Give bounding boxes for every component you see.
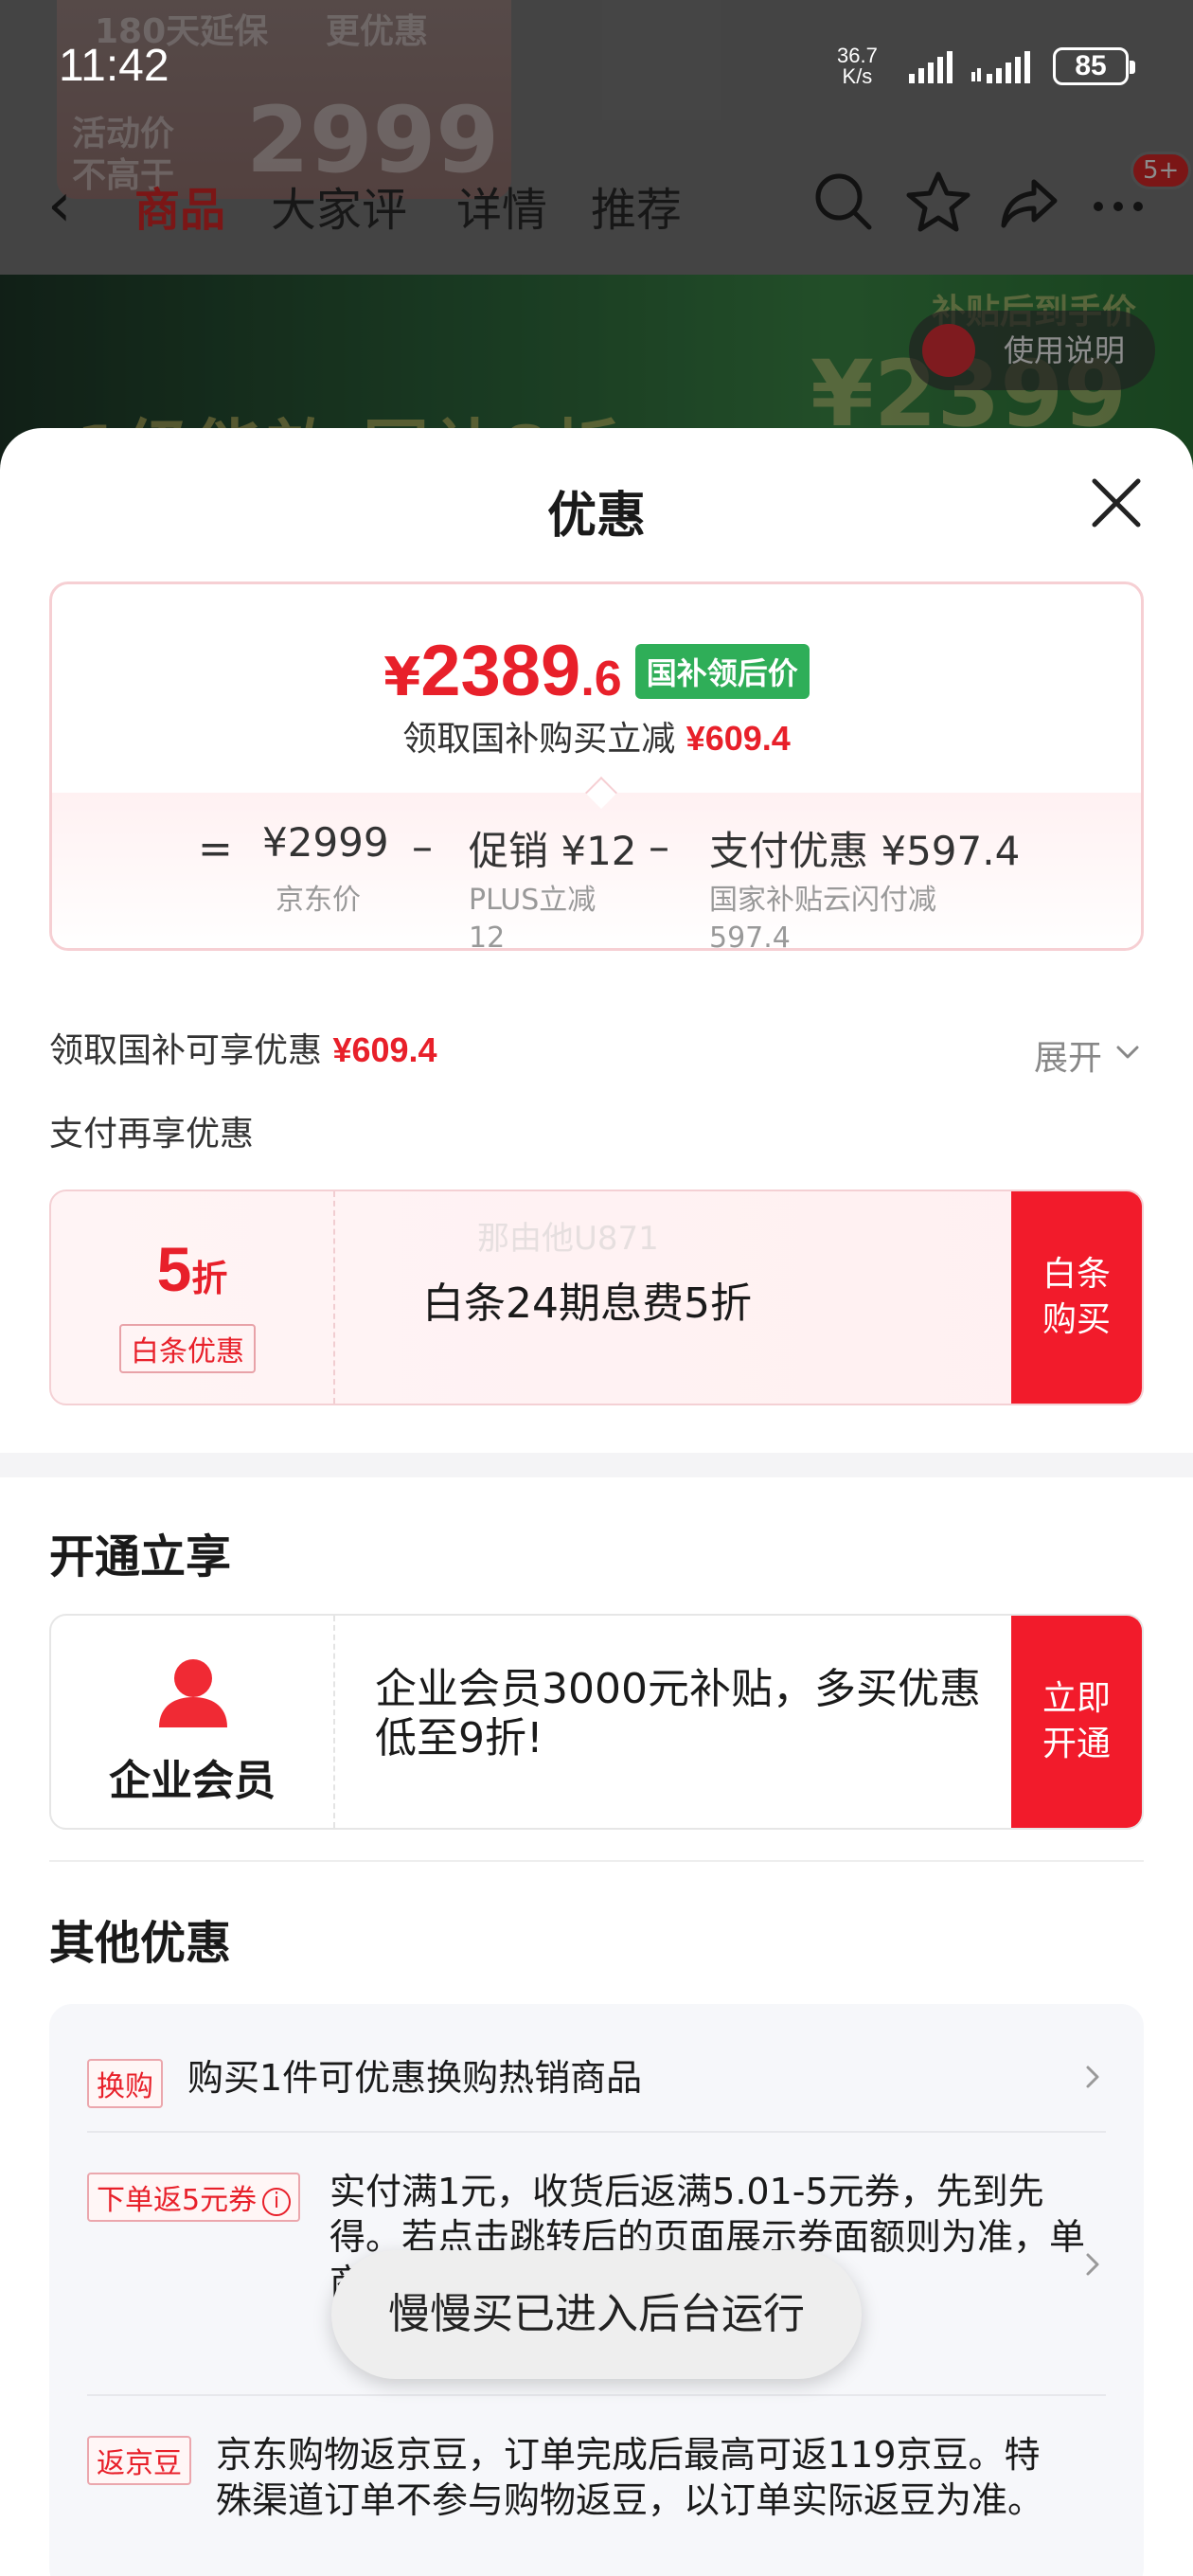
price-subtext-label: 领取国补购买立减 [402, 720, 676, 759]
expand-button[interactable]: 展开 [1034, 1030, 1102, 1080]
section-divider [0, 1453, 1193, 1477]
chevron-right-icon[interactable] [1083, 2063, 1102, 2091]
offer-tag: 返京豆 [87, 2436, 191, 2485]
baitiao-discount-block: 5折 白条优惠 [51, 1191, 335, 1404]
member-block: 企业会员 [51, 1616, 335, 1828]
status-bar: 11:42 36.7 K/s 85 [0, 0, 1193, 133]
network-speed-value: 36.7 [837, 44, 878, 67]
promo-value: 促销 ¥12 [469, 828, 637, 874]
offer-tag: 下单返5元券 i [87, 2173, 301, 2222]
price-breakdown-card: ¥2389.6 国补领后价 领取国补购买立减 ¥609.4 = ¥2999 京东价… [49, 581, 1144, 951]
final-price: ¥2389.6 国补领后价 [52, 630, 1141, 712]
baitiao-discount-number: 5 [156, 1234, 192, 1304]
chevron-right-icon[interactable] [1083, 2250, 1102, 2279]
network-speed: 36.7 K/s [837, 45, 878, 87]
sheet-title: 优惠 [546, 488, 646, 545]
offer-text: 购买1件可优惠换购热销商品 [187, 2057, 643, 2099]
subsidy-enjoy-amount: ¥609.4 [332, 1030, 437, 1069]
equals-sign: = [198, 825, 233, 873]
open-section-title: 开通立享 [49, 1530, 232, 1583]
info-icon[interactable]: i [262, 2188, 292, 2216]
jd-price-value: ¥2999 [262, 819, 389, 866]
other-section-title: 其他优惠 [49, 1917, 232, 1970]
subsidy-enjoy-label: 领取国补可享优惠 [49, 1031, 323, 1070]
baitiao-offer-card[interactable]: 5折 白条优惠 那由他U871 白条24期息费5折 白条购买 [49, 1190, 1144, 1405]
baitiao-offer-body: 那由他U871 白条24期息费5折 [335, 1191, 1017, 1404]
offer-tag-label: 下单返5元券 [97, 2184, 258, 2217]
price-currency: ¥ [383, 647, 421, 708]
offer-text: 京东购物返京豆，订单完成后最高可返119京豆。特殊渠道订单不参与购物返豆，以订单… [216, 2434, 1044, 2521]
pay-discount-label: 国家补贴云闪付减 597.4 [709, 884, 936, 951]
open-member-button[interactable]: 立即开通 [1011, 1616, 1142, 1828]
watermark-text: 那由他U871 [477, 1220, 659, 1258]
chevron-down-icon[interactable] [1115, 1042, 1140, 1063]
enterprise-member-card[interactable]: 企业会员 企业会员3000元补贴，多买优惠低至9折! 立即开通 [49, 1614, 1144, 1830]
jd-price-label: 京东价 [276, 884, 361, 917]
baitiao-offer-text: 白条24期息费5折 [422, 1279, 752, 1328]
member-label: 企业会员 [109, 1757, 276, 1805]
offer-tag: 换购 [87, 2059, 163, 2108]
list-divider [87, 2131, 1106, 2133]
subsidy-price-tag: 国补领后价 [634, 644, 810, 699]
pay-discount-value: 支付优惠 ¥597.4 [709, 828, 1021, 874]
price-integer: 2389 [420, 631, 581, 711]
signal-2-icon [971, 51, 1030, 83]
price-subtext-amount: ¥609.4 [686, 719, 791, 758]
signal-icon [909, 51, 953, 83]
promo-label: PLUS立减 12 [469, 884, 596, 951]
other-offer-item[interactable]: 返京豆 京东购物返京豆，订单完成后最高可返119京豆。特殊渠道订单不参与购物返豆… [87, 2434, 1106, 2576]
minus-sign: – [412, 823, 433, 871]
price-subtext: 领取国补购买立减 ¥609.4 [52, 711, 1141, 760]
baitiao-tag: 白条优惠 [119, 1324, 256, 1373]
network-speed-unit: K/s [842, 64, 873, 88]
subsidy-enjoy-row: 领取国补可享优惠 ¥609.4 [49, 1023, 437, 1072]
battery-icon: 85 [1053, 47, 1135, 85]
section-divider-thin [49, 1860, 1144, 1862]
pay-section-title: 支付再享优惠 [49, 1115, 255, 1154]
minus-sign: – [649, 823, 669, 871]
toast-message: 慢慢买已进入后台运行 [331, 2250, 862, 2379]
status-time: 11:42 [59, 41, 169, 91]
close-icon[interactable] [1087, 474, 1146, 532]
list-divider [87, 2394, 1106, 2396]
other-offer-item[interactable]: 换购 购买1件可优惠换购热销商品 [87, 2057, 1106, 2135]
baitiao-discount: 5折 [51, 1233, 333, 1305]
price-decimal: .6 [580, 652, 622, 707]
user-icon [159, 1659, 227, 1727]
baitiao-discount-unit: 折 [191, 1258, 228, 1299]
baitiao-buy-button[interactable]: 白条购买 [1011, 1191, 1142, 1404]
member-offer-text: 企业会员3000元补贴，多买优惠低至9折! [375, 1665, 981, 1762]
